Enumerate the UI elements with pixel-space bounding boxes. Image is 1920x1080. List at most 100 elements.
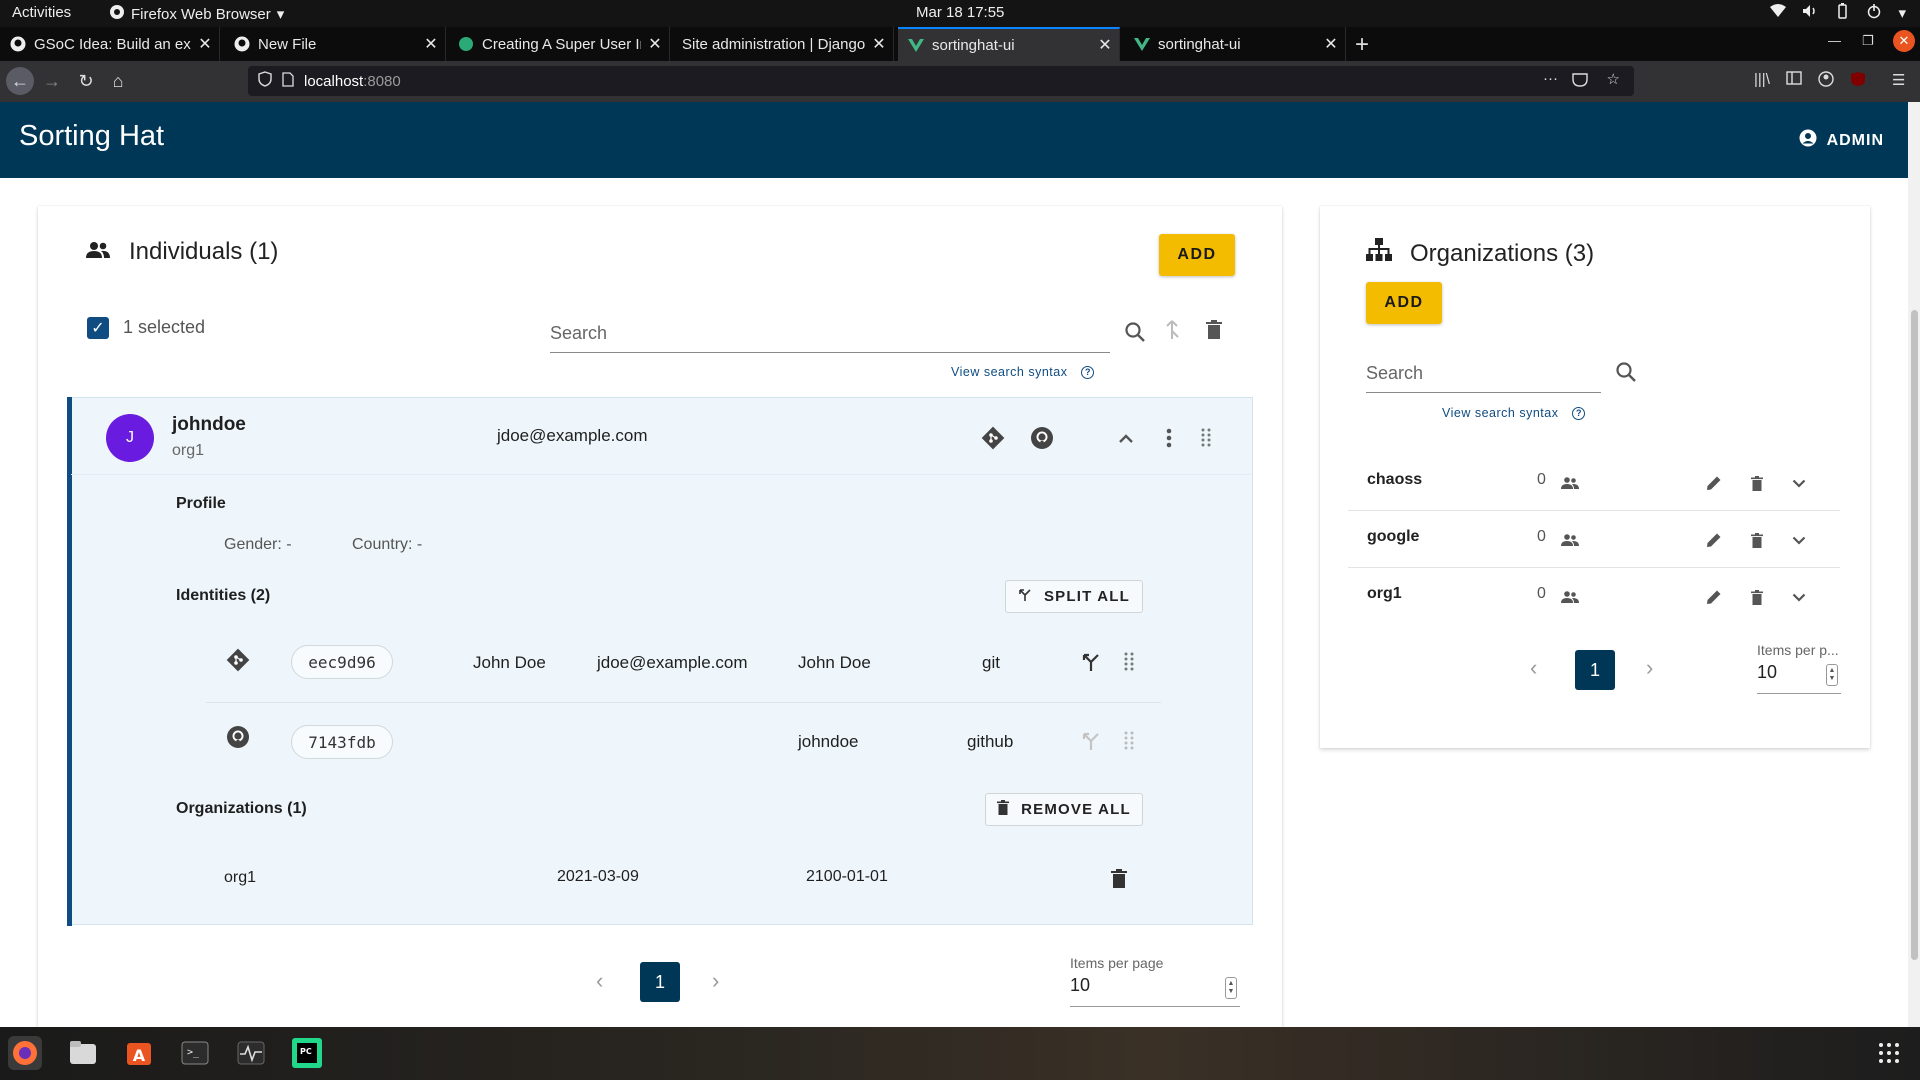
tab-gsoc-idea[interactable]: GSoC Idea: Build an expe ✕ xyxy=(0,27,220,61)
expand-chevron-down-icon[interactable] xyxy=(1788,529,1810,551)
tab-super-user[interactable]: Creating A Super User In ✕ xyxy=(448,27,670,61)
organizations-title: Organizations (3) xyxy=(1410,239,1595,267)
view-search-syntax-link[interactable]: View search syntax ? xyxy=(951,365,1095,379)
account-icon[interactable] xyxy=(1818,71,1834,91)
identity-uuid-chip[interactable]: eec9d96 xyxy=(291,645,393,679)
edit-icon[interactable] xyxy=(1703,472,1725,494)
forward-button[interactable]: → xyxy=(38,67,66,95)
terminal-icon[interactable]: >_ xyxy=(178,1036,212,1070)
show-apps-icon[interactable] xyxy=(1872,1036,1906,1070)
home-button[interactable]: ⌂ xyxy=(104,67,132,95)
tab-title: sortinghat-ui xyxy=(932,36,1015,54)
minimize-icon[interactable]: — xyxy=(1828,33,1841,48)
spinner-icon[interactable]: ▲ ▼ xyxy=(1826,664,1838,686)
clock[interactable]: Mar 18 17:55 xyxy=(916,4,1004,21)
system-monitor-icon[interactable] xyxy=(234,1036,268,1070)
more-vertical-icon[interactable] xyxy=(1155,424,1183,452)
pocket-icon[interactable] xyxy=(1572,72,1588,91)
items-per-page-select[interactable]: Items per page 10 ▲ ▼ xyxy=(1070,955,1240,1007)
app-menu[interactable]: Firefox Web Browser ▾ xyxy=(109,4,284,24)
pycharm-icon[interactable]: PC xyxy=(290,1036,324,1070)
tab-new-file[interactable]: New File ✕ xyxy=(224,27,446,61)
expand-chevron-down-icon[interactable] xyxy=(1788,586,1810,608)
system-tray[interactable]: ▾ xyxy=(1770,3,1906,23)
close-icon[interactable]: ✕ xyxy=(865,34,893,54)
drag-handle-icon[interactable] xyxy=(1192,424,1220,452)
close-icon[interactable]: ✕ xyxy=(1317,34,1345,54)
split-all-button[interactable]: SPLIT ALL xyxy=(1005,580,1143,613)
files-icon[interactable] xyxy=(66,1036,100,1070)
next-page-icon[interactable]: › xyxy=(712,968,719,994)
ublock-icon[interactable] xyxy=(1850,71,1866,91)
menu-icon[interactable]: ☰ xyxy=(1892,71,1905,89)
help-icon: ? xyxy=(1572,406,1586,420)
new-tab-button[interactable]: + xyxy=(1355,31,1369,59)
delete-icon xyxy=(997,800,1010,819)
split-icon[interactable] xyxy=(1078,728,1104,754)
user-menu-button[interactable]: ADMIN xyxy=(1799,129,1884,152)
page-actions-icon[interactable]: ··· xyxy=(1543,70,1558,87)
activities-button[interactable]: Activities xyxy=(12,4,71,21)
reload-button[interactable]: ↻ xyxy=(72,67,100,95)
search-icon[interactable] xyxy=(1612,358,1640,386)
app-title[interactable]: Sorting Hat xyxy=(19,120,164,153)
prev-page-icon[interactable]: ‹ xyxy=(596,968,603,994)
back-button[interactable]: ← xyxy=(6,67,34,95)
scrollbar-thumb[interactable] xyxy=(1911,310,1918,960)
library-icon[interactable]: |||\ xyxy=(1754,71,1770,88)
add-organization-button[interactable]: ADD xyxy=(1366,282,1442,324)
drag-handle-icon[interactable] xyxy=(1122,728,1136,754)
items-per-page-select[interactable]: Items per p... 10 ▲ ▼ xyxy=(1757,642,1841,694)
add-individual-button[interactable]: ADD xyxy=(1159,234,1235,276)
tab-sortinghat[interactable]: sortinghat-ui ✕ xyxy=(1124,27,1346,61)
software-center-icon[interactable]: A xyxy=(122,1036,156,1070)
bookmark-star-icon[interactable]: ☆ xyxy=(1607,70,1620,88)
org-member-count: 0 xyxy=(1537,471,1546,488)
select-all-checkbox[interactable]: ✓ xyxy=(87,317,109,339)
github-icon xyxy=(10,36,26,52)
enrollment-start-date[interactable]: 2021-03-09 xyxy=(557,868,639,886)
close-icon[interactable]: ✕ xyxy=(191,34,219,54)
delete-icon[interactable] xyxy=(1106,866,1132,892)
enrollment-end-date[interactable]: 2100-01-01 xyxy=(806,868,888,886)
individuals-title: Individuals (1) xyxy=(129,238,279,265)
close-icon[interactable]: ✕ xyxy=(641,34,669,54)
edit-icon[interactable] xyxy=(1703,529,1725,551)
edit-icon[interactable] xyxy=(1703,586,1725,608)
identity-uuid-chip[interactable]: 7143fdb xyxy=(291,725,393,759)
organizations-search-input[interactable]: Search xyxy=(1366,353,1601,393)
close-window-icon[interactable]: ✕ xyxy=(1893,30,1915,52)
search-icon[interactable] xyxy=(1121,318,1149,346)
individuals-search-input[interactable]: Search xyxy=(550,313,1110,353)
remove-all-button[interactable]: REMOVE ALL xyxy=(985,793,1143,826)
delete-icon[interactable] xyxy=(1746,472,1768,494)
url-bar[interactable]: localhost :8080 ··· ☆ xyxy=(248,66,1634,96)
enrollment-org: org1 xyxy=(224,869,257,886)
sidebar-icon[interactable] xyxy=(1786,71,1802,89)
delete-icon[interactable] xyxy=(1201,316,1227,344)
identities-heading: Identities (2) xyxy=(176,587,271,604)
page-button[interactable]: 1 xyxy=(640,962,680,1002)
spinner-icon[interactable]: ▲ ▼ xyxy=(1225,977,1237,999)
github-icon xyxy=(1028,424,1056,452)
expand-chevron-down-icon[interactable] xyxy=(1788,472,1810,494)
view-search-syntax-link[interactable]: View search syntax ? xyxy=(1442,406,1586,420)
tab-sortinghat-active[interactable]: sortinghat-ui ✕ xyxy=(898,27,1120,61)
delete-icon[interactable] xyxy=(1746,529,1768,551)
tab-site-admin[interactable]: Site administration | Django ✕ xyxy=(672,27,894,61)
close-icon[interactable]: ✕ xyxy=(1091,35,1119,55)
row-divider xyxy=(71,474,1252,475)
merge-icon[interactable] xyxy=(1159,316,1185,344)
page-button[interactable]: 1 xyxy=(1575,650,1615,690)
people-icon xyxy=(1560,588,1580,606)
split-icon[interactable] xyxy=(1078,649,1104,675)
drag-handle-icon[interactable] xyxy=(1122,649,1136,675)
page-scrollbar[interactable] xyxy=(1908,102,1920,1027)
next-page-icon[interactable]: › xyxy=(1646,655,1653,681)
delete-icon[interactable] xyxy=(1746,586,1768,608)
prev-page-icon[interactable]: ‹ xyxy=(1530,655,1537,681)
collapse-chevron-up-icon[interactable] xyxy=(1112,424,1140,452)
close-icon[interactable]: ✕ xyxy=(417,34,445,54)
firefox-icon[interactable] xyxy=(8,1036,42,1070)
restore-icon[interactable]: ❐ xyxy=(1862,33,1874,49)
